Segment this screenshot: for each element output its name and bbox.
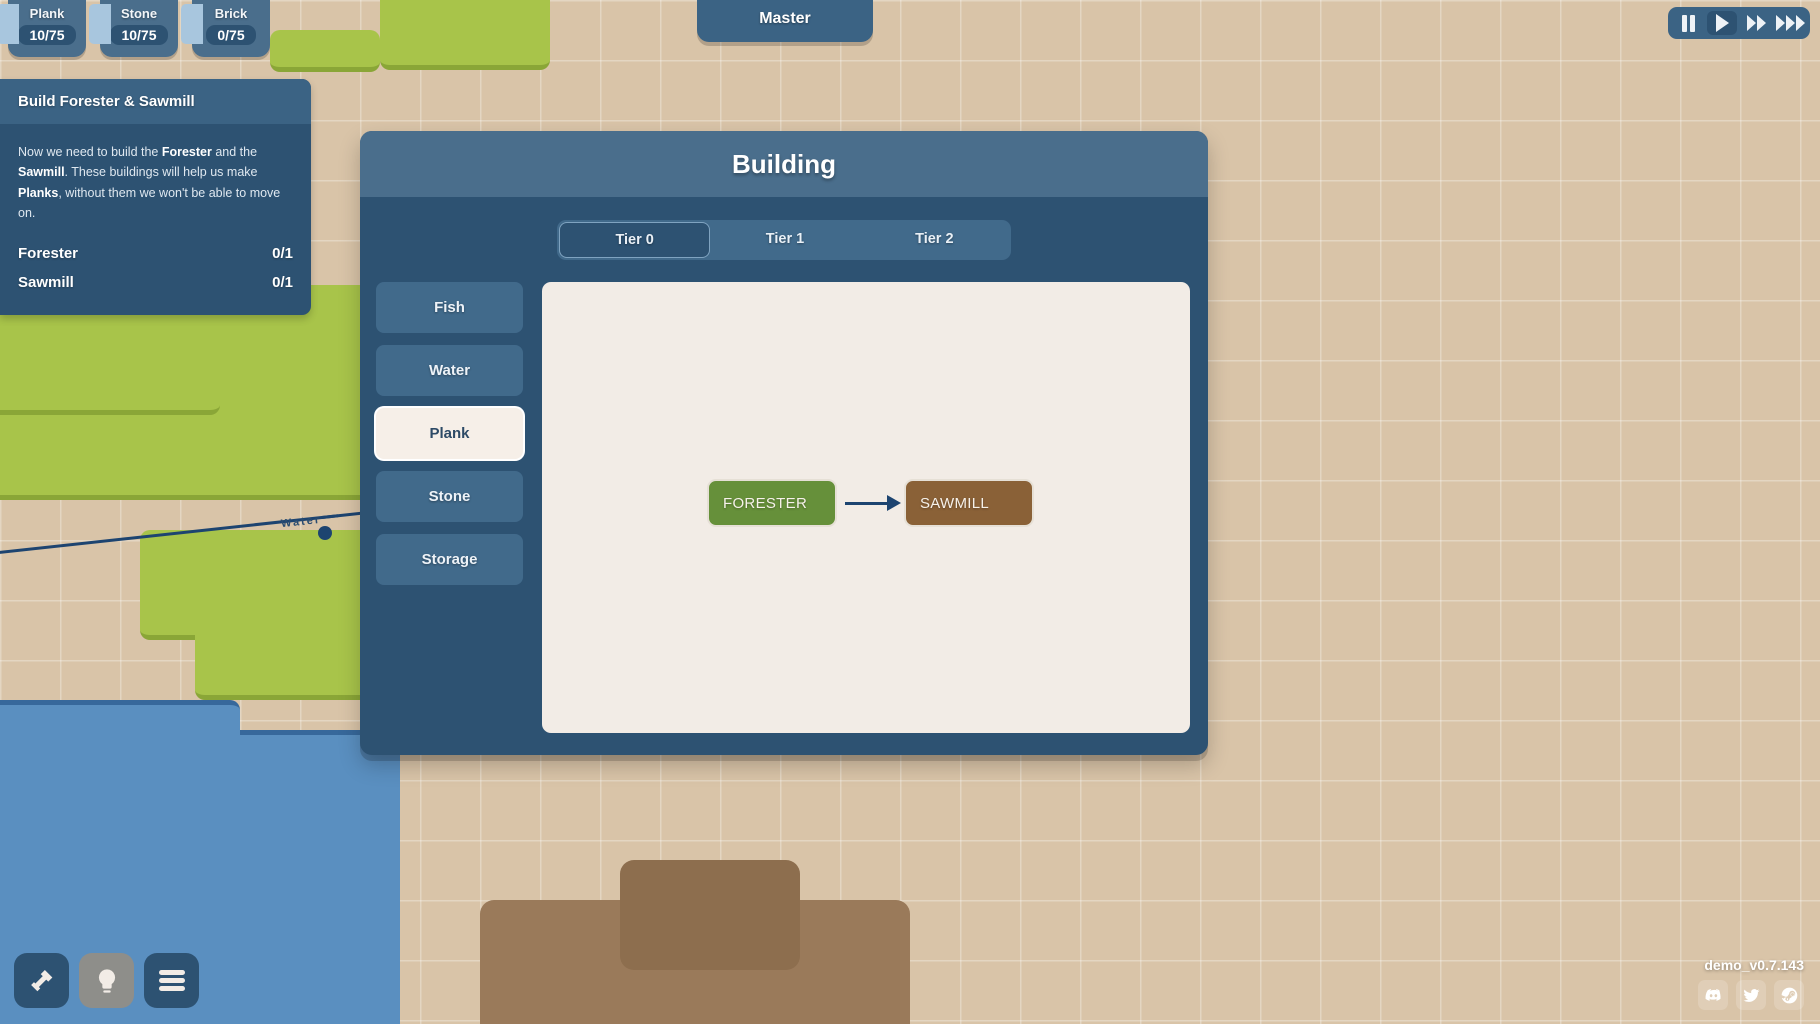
fast-forward-icon [1746,15,1756,31]
resource-bar: Plank 10/75 Stone 10/75 Brick 0/75 [0,0,270,57]
fastest-icon [1795,15,1805,31]
hammer-icon [30,969,52,991]
fastest-icon [1775,15,1785,31]
stone-icon [89,4,111,44]
speed-controls [1668,7,1810,39]
plank-icon [0,4,19,44]
objective-list: Forester 0/1 Sawmill 0/1 [0,231,311,315]
tab-tier-0[interactable]: Tier 0 [559,222,711,258]
lightbulb-icon [98,968,115,993]
objective-row: Sawmill 0/1 [18,268,293,297]
fast-forward-button[interactable] [1741,11,1771,35]
objective-progress: 0/1 [272,245,293,262]
modal-title: Building [360,131,1208,197]
tier-tab-bar: Tier 0 Tier 1 Tier 2 [557,220,1011,260]
menu-button[interactable] [144,953,199,1008]
tab-tier-2[interactable]: Tier 2 [860,222,1009,258]
resource-name: Stone [120,6,158,21]
resource-value: 10/75 [18,25,76,45]
fastest-button[interactable] [1775,11,1805,35]
discord-icon [1705,988,1721,1001]
tutorial-body-emphasis: Planks [18,185,59,200]
map-forest-region [270,30,380,72]
twitter-icon [1743,988,1759,1002]
resource-name: Brick [214,6,248,21]
resource-chip-plank[interactable]: Plank 10/75 [0,0,86,57]
resource-chip-brick[interactable]: Brick 0/75 [181,0,270,57]
social-links [1698,980,1804,1010]
steam-icon [1781,987,1797,1003]
map-forest-region [195,560,370,700]
resource-value: 10/75 [110,25,168,45]
master-button[interactable]: Master [697,0,873,42]
production-graph[interactable]: FORESTER SAWMILL [542,282,1190,733]
map-pipeline-node[interactable] [318,526,332,540]
objective-row: Forester 0/1 [18,239,293,268]
resource-value: 0/75 [206,25,256,45]
version-label: demo_v0.7.143 [1704,957,1804,973]
twitter-button[interactable] [1736,980,1766,1010]
discord-button[interactable] [1698,980,1728,1010]
map-mountain-region [620,860,800,970]
pause-icon [1681,14,1695,32]
game-screen: Water Plank 10/75 Stone 10/75 Brick 0/75… [0,0,1820,1024]
objective-label: Forester [18,245,79,262]
objective-progress: 0/1 [272,274,293,291]
brick-icon [181,4,203,44]
fastest-icon [1785,15,1795,31]
hints-button[interactable] [79,953,134,1008]
play-button[interactable] [1707,11,1737,35]
tutorial-panel: Build Forester & Sawmill Now we need to … [0,79,311,315]
category-item-fish[interactable]: Fish [376,282,523,333]
resource-name: Plank [29,6,65,21]
steam-button[interactable] [1774,980,1804,1010]
category-list: Fish Water Plank Stone Storage [376,282,523,733]
graph-node-forester[interactable]: FORESTER [707,479,837,527]
building-modal: Building Tier 0 Tier 1 Tier 2 Fish Water… [360,131,1208,755]
category-item-plank[interactable]: Plank [376,408,523,459]
category-item-stone[interactable]: Stone [376,471,523,522]
tutorial-body: Now we need to build the Forester and th… [18,145,281,220]
graph-edge-arrow-icon [887,495,901,511]
bottom-toolbar [14,953,199,1008]
category-item-storage[interactable]: Storage [376,534,523,585]
fast-forward-icon [1756,15,1766,31]
modal-body: Fish Water Plank Stone Storage FORESTER … [360,260,1208,755]
play-icon [1715,14,1729,32]
build-button[interactable] [14,953,69,1008]
tutorial-body-emphasis: Forester [161,145,212,159]
tutorial-body-emphasis: Sawmill [18,165,65,180]
tutorial-title: Build Forester & Sawmill [0,79,311,124]
resource-chip-stone[interactable]: Stone 10/75 [89,0,178,57]
map-forest-region [380,0,550,70]
hamburger-icon [158,967,185,994]
graph-node-sawmill[interactable]: SAWMILL [904,479,1034,527]
footer: demo_v0.7.143 [1698,957,1804,1010]
category-item-water[interactable]: Water [376,345,523,396]
tab-tier-1[interactable]: Tier 1 [710,222,859,258]
pause-button[interactable] [1673,11,1703,35]
objective-label: Sawmill [18,274,74,291]
graph-edge-line [845,502,893,505]
